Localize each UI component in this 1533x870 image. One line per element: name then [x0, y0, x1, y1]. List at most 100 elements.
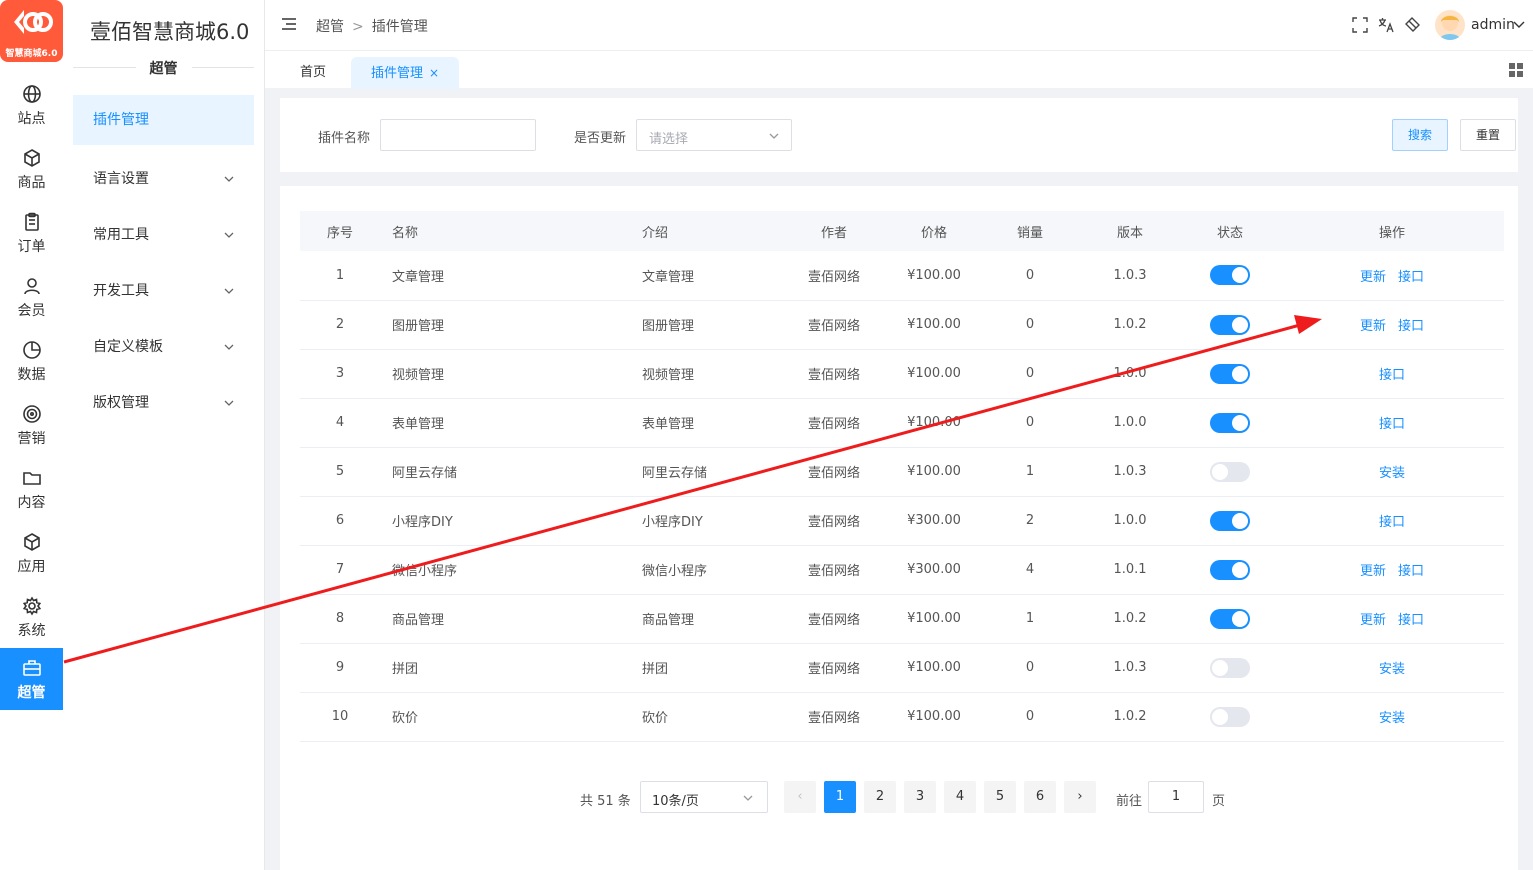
rail-item-goods[interactable]: 商品 [0, 138, 63, 202]
rail-item-members[interactable]: 会员 [0, 266, 63, 330]
page-button[interactable]: 4 [944, 781, 976, 813]
rail-item-apps[interactable]: 应用 [0, 522, 63, 586]
plugin-name: 阿里云存储 [392, 466, 458, 481]
plugin-version: 1.0.2 [1113, 317, 1147, 332]
page-button[interactable]: 2 [864, 781, 896, 813]
reset-button[interactable]: 重置 [1460, 119, 1516, 151]
rail-item-super-admin[interactable]: 超管 [0, 648, 63, 710]
rail-item-site[interactable]: 站点 [0, 74, 63, 138]
action-link[interactable]: 接口 [1398, 564, 1424, 579]
rail-item-content[interactable]: 内容 [0, 458, 63, 522]
status-toggle[interactable] [1210, 363, 1250, 384]
rail-item-data[interactable]: 数据 [0, 330, 63, 394]
plugin-author: 壹佰网络 [807, 417, 860, 432]
plugin-sales: 0 [1025, 317, 1035, 332]
page-button[interactable]: 1 [824, 781, 856, 813]
col-header: 介绍 [642, 225, 669, 241]
menu-item-plugin-manage[interactable]: 插件管理 [73, 95, 254, 145]
status-toggle[interactable] [1210, 608, 1250, 629]
fullscreen-icon[interactable] [1352, 17, 1368, 33]
status-toggle[interactable] [1210, 461, 1250, 482]
clear-cache-icon[interactable] [1404, 17, 1420, 33]
action-link[interactable]: 更新 [1360, 564, 1386, 579]
total-count: 共 51 条 [580, 794, 631, 809]
action-link[interactable]: 接口 [1398, 270, 1424, 285]
select-placeholder: 请选择 [649, 132, 689, 147]
username[interactable]: admin [1471, 17, 1515, 33]
plugin-sales: 0 [1025, 660, 1035, 675]
plugin-price: ¥100.00 [907, 660, 961, 675]
action-link[interactable]: 接口 [1398, 319, 1424, 334]
goto-page-input[interactable]: 1 [1148, 781, 1204, 813]
breadcrumb-separator: > [352, 19, 364, 35]
avatar[interactable] [1435, 10, 1465, 40]
table-row: 2 图册管理 图册管理 壹佰网络 ¥100.00 0 1.0.2 更新 接口 [300, 300, 1504, 349]
plugin-desc: 文章管理 [642, 269, 695, 285]
page-button[interactable]: 3 [904, 781, 936, 813]
search-button[interactable]: 搜索 [1392, 119, 1448, 151]
plugin-desc: 商品管理 [642, 613, 695, 628]
plugin-name-input[interactable] [380, 119, 536, 151]
status-toggle[interactable] [1210, 510, 1250, 531]
status-toggle[interactable] [1210, 265, 1250, 286]
app-logo[interactable]: 智慧商城6.0 [0, 0, 63, 62]
action-link[interactable]: 接口 [1379, 417, 1405, 432]
plugin-price: ¥100.00 [907, 267, 961, 283]
section-header: 超管 [73, 58, 254, 77]
plugin-price: ¥100.00 [907, 415, 961, 430]
menu-item-copyright[interactable]: 版权管理 [73, 378, 254, 428]
menu-item-dev-tools[interactable]: 开发工具 [73, 266, 254, 316]
table-header-row: 序号 名称 介绍 作者 价格 销量 版本 状态 操作 [300, 211, 1504, 251]
translate-icon[interactable] [1378, 17, 1394, 33]
action-link[interactable]: 安装 [1379, 662, 1405, 677]
table-row: 5 阿里云存储 阿里云存储 壹佰网络 ¥100.00 1 1.0.3 安装 [300, 447, 1504, 496]
update-status-select[interactable]: 请选择 [636, 119, 792, 151]
rail-label: 站点 [17, 111, 46, 127]
breadcrumb-root[interactable]: 超管 [316, 19, 344, 35]
action-link[interactable]: 接口 [1379, 368, 1405, 383]
plugin-table: 序号 名称 介绍 作者 价格 销量 版本 状态 操作 1 文章管理 文章管理 壹佰网络… [300, 211, 1504, 742]
page-button[interactable]: 5 [984, 781, 1016, 813]
menu-item-tools[interactable]: 常用工具 [73, 210, 254, 260]
tab-home[interactable]: 首页 [280, 57, 346, 89]
menu-item-language[interactable]: 语言设置 [73, 154, 254, 204]
chevron-down-icon [743, 795, 753, 801]
action-link[interactable]: 更新 [1360, 270, 1386, 285]
action-link[interactable]: 接口 [1398, 613, 1424, 628]
page-button[interactable]: 6 [1024, 781, 1056, 813]
plugin-price: ¥100.00 [907, 317, 961, 332]
status-toggle[interactable] [1210, 559, 1250, 580]
grid-icon[interactable] [1509, 63, 1523, 77]
action-link[interactable]: 更新 [1360, 319, 1386, 334]
next-page-button[interactable]: › [1064, 781, 1096, 813]
prev-page-button[interactable]: ‹ [784, 781, 816, 813]
status-cell [1180, 398, 1280, 447]
page-size-select[interactable]: 10条/页 [640, 781, 768, 813]
rail-label: 商品 [17, 175, 46, 191]
action-link[interactable]: 更新 [1360, 613, 1386, 628]
status-toggle[interactable] [1210, 314, 1250, 335]
chevron-down-icon[interactable] [1513, 20, 1525, 30]
plugin-name: 文章管理 [392, 269, 445, 285]
status-toggle[interactable] [1210, 412, 1250, 433]
breadcrumb-current: 插件管理 [371, 19, 428, 35]
rail-item-marketing[interactable]: 营销 [0, 394, 63, 458]
status-toggle[interactable] [1210, 706, 1250, 727]
page-size-value: 10条/页 [652, 794, 699, 809]
menu-item-label: 版权管理 [93, 395, 149, 411]
close-icon[interactable]: × [429, 66, 439, 80]
menu-item-custom-template[interactable]: 自定义模板 [73, 322, 254, 372]
goto-unit: 页 [1212, 794, 1226, 809]
action-link[interactable]: 接口 [1379, 515, 1405, 530]
plugin-author: 壹佰网络 [807, 466, 860, 481]
action-link[interactable]: 安装 [1379, 711, 1405, 726]
rail-item-orders[interactable]: 订单 [0, 202, 63, 266]
status-toggle[interactable] [1210, 657, 1250, 678]
action-link[interactable]: 安装 [1379, 466, 1405, 481]
menu-toggle-icon[interactable] [282, 18, 296, 30]
tab-plugin-manage[interactable]: 插件管理 × [351, 57, 460, 89]
tabs-bar: 首页 插件管理 × [265, 50, 1533, 89]
pie-chart-icon [22, 341, 41, 359]
rail-item-system[interactable]: 系统 [0, 586, 63, 650]
menu-item-label: 开发工具 [93, 283, 149, 299]
